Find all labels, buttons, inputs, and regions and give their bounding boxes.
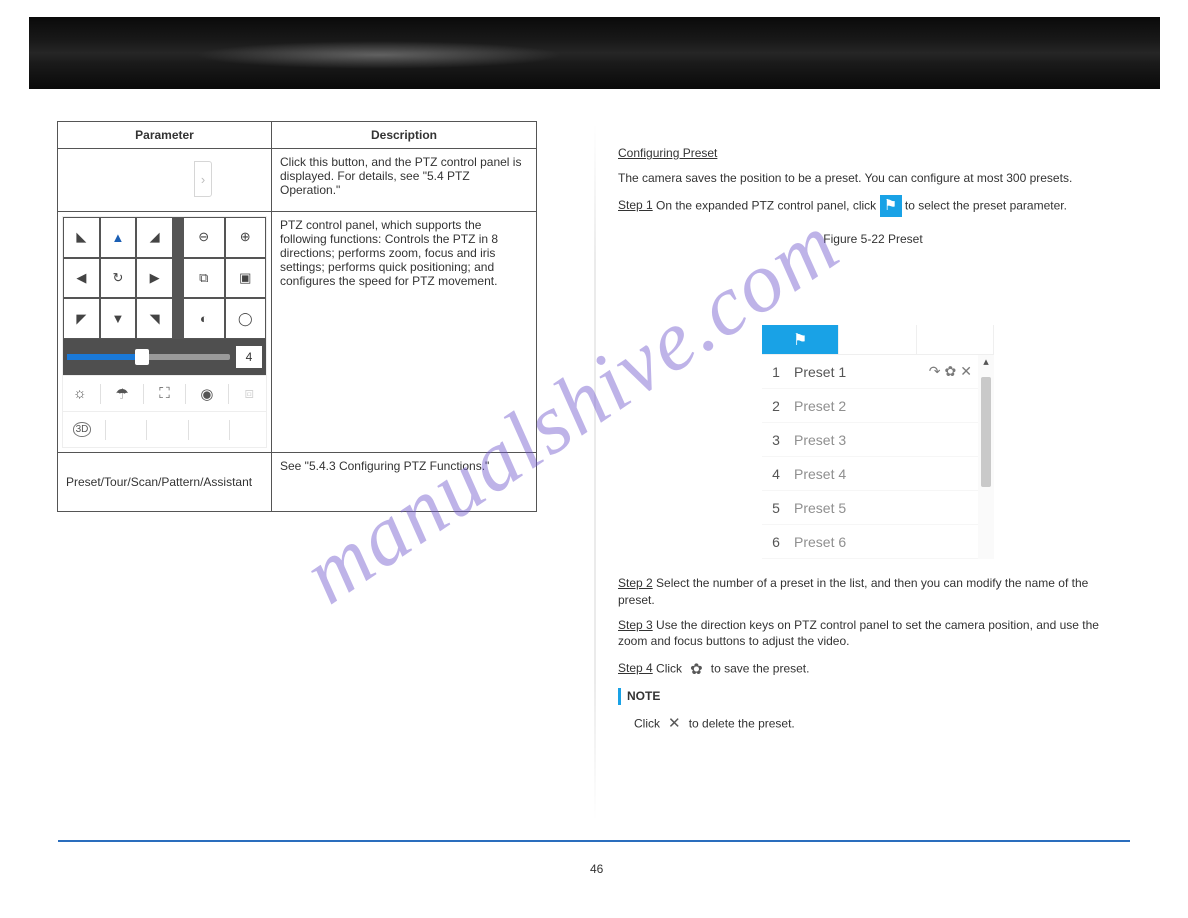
preset-num: 2 <box>762 398 790 414</box>
flag-icon: ⚑ <box>880 195 902 217</box>
ptz-panel-desc: PTZ control panel, which supports the fo… <box>272 212 537 453</box>
preset-row-3[interactable]: 3 Preset 3 <box>762 423 978 457</box>
iris-close-icon[interactable]: ◐ <box>183 298 225 339</box>
preset-name: Preset 3 <box>790 432 978 448</box>
step2-body: Select the number of a preset in the lis… <box>618 576 1088 607</box>
focus-near-icon[interactable]: ⧉ <box>183 258 225 299</box>
preset-row-4[interactable]: 4 Preset 4 <box>762 457 978 491</box>
ptz-speed-value[interactable] <box>236 346 262 368</box>
header-banner <box>29 17 1160 89</box>
3d-zoom-icon[interactable]: 3D <box>63 422 101 437</box>
preset-row-6[interactable]: 6 Preset 6 <box>762 525 978 559</box>
steps-lower: Step 2 Select the number of a preset in … <box>618 575 1128 743</box>
preset-row-1[interactable]: 1 Preset 1 ↷ ✿ ✕ <box>762 355 978 389</box>
steps-column: Configuring Preset The camera saves the … <box>618 145 1128 251</box>
preset-num: 1 <box>762 364 790 380</box>
step4-tail: to save the preset. <box>711 662 810 676</box>
chevron-right-icon: › <box>201 172 205 187</box>
preset-tab-flag[interactable]: ⚑ <box>762 325 839 354</box>
ptz-right[interactable]: ▶ <box>136 258 173 299</box>
scroll-thumb[interactable] <box>981 377 991 487</box>
preset-name: Preset 2 <box>790 398 978 414</box>
zoom-in-icon[interactable]: ⊕ <box>225 217 267 258</box>
preset-num: 3 <box>762 432 790 448</box>
flag-icon: ⚑ <box>793 330 807 350</box>
preset-scrollbar[interactable]: ▴ <box>978 355 994 559</box>
page-number: 46 <box>590 862 603 876</box>
step1-num: Step 1 <box>618 198 653 212</box>
ptz-speed-slider[interactable] <box>67 354 230 360</box>
section-intro: The camera saves the position to be a pr… <box>618 170 1128 187</box>
preset-num: 4 <box>762 466 790 482</box>
preset-num: 6 <box>762 534 790 550</box>
goto-icon[interactable]: ↷ <box>929 363 941 380</box>
ptz-panel-cell: ◣ ▲ ◢ ◀ ↻ ▶ ◤ ▼ ◥ ⊖ ⊕ ⧉ ▣ <box>58 212 272 453</box>
ptz-func-row-2: 3D <box>63 411 266 447</box>
ptz-func-row-1: ☼ ☂ ⛶ ◉ ⧈ <box>63 375 266 411</box>
preset-name: Preset 1 <box>790 364 929 380</box>
gear-icon: ✿ <box>685 658 707 680</box>
preset-name: Preset 4 <box>790 466 978 482</box>
light-icon[interactable]: ☼ <box>63 385 96 402</box>
ptz-up[interactable]: ▲ <box>100 217 137 258</box>
ptz-up-right[interactable]: ◢ <box>136 217 173 258</box>
ptz-control-panel: ◣ ▲ ◢ ◀ ↻ ▶ ◤ ▼ ◥ ⊖ ⊕ ⧉ ▣ <box>62 216 267 448</box>
figure-caption: Figure 5-22 Preset <box>618 231 1128 248</box>
area-zoom-icon[interactable]: ⧈ <box>233 385 266 402</box>
preset-name: Preset 5 <box>790 500 978 516</box>
close-icon: ✕ <box>663 713 685 735</box>
expand-button-desc: Click this button, and the PTZ control p… <box>272 149 537 212</box>
ptz-speed-bar <box>63 339 266 375</box>
ptz-direction-grid: ◣ ▲ ◢ ◀ ↻ ▶ ◤ ▼ ◥ <box>63 217 183 339</box>
expand-button-cell: › <box>58 149 272 212</box>
wiper-icon[interactable]: ☂ <box>105 385 138 403</box>
preset-tab-2[interactable] <box>839 325 916 354</box>
preset-row-2[interactable]: 2 Preset 2 <box>762 389 978 423</box>
gear-icon[interactable]: ✿ <box>945 363 957 380</box>
preset-row-5[interactable]: 5 Preset 5 <box>762 491 978 525</box>
step2-num: Step 2 <box>618 576 653 590</box>
note-label: NOTE <box>618 688 660 705</box>
functions-desc: See "5.4.3 Configuring PTZ Functions." <box>272 453 537 512</box>
step3-body: Use the direction keys on PTZ control pa… <box>618 618 1099 649</box>
preset-name: Preset 6 <box>790 534 978 550</box>
scroll-up-icon[interactable]: ▴ <box>978 355 994 368</box>
hdr-description: Description <box>272 122 537 149</box>
preset-num: 5 <box>762 500 790 516</box>
note-body: Click <box>634 717 660 731</box>
iris-open-icon[interactable]: ◯ <box>225 298 267 339</box>
preset-panel-figure: ⚑ 1 Preset 1 ↷ ✿ ✕ 2 Preset 2 3 Preset 3 <box>762 325 994 559</box>
position-icon[interactable]: ⛶ <box>148 385 181 402</box>
preset-tab-3[interactable] <box>917 325 994 354</box>
step4-num: Step 4 <box>618 661 653 675</box>
preset-list: 1 Preset 1 ↷ ✿ ✕ 2 Preset 2 3 Preset 3 4… <box>762 355 978 559</box>
expand-ptz-button[interactable]: › <box>194 161 212 197</box>
ptz-up-left[interactable]: ◣ <box>63 217 100 258</box>
footer-rule <box>58 840 1130 842</box>
hdr-parameter: Parameter <box>58 122 272 149</box>
column-separator <box>594 122 596 822</box>
parameter-table: Parameter Description › Click this butto… <box>57 121 537 512</box>
step1-tail: to select the preset parameter. <box>905 198 1067 212</box>
focus-far-icon[interactable]: ▣ <box>225 258 267 299</box>
ptz-down-right[interactable]: ◥ <box>136 298 173 339</box>
ptz-left[interactable]: ◀ <box>63 258 100 299</box>
close-icon[interactable]: ✕ <box>960 363 972 380</box>
section-title: Configuring Preset <box>618 146 717 160</box>
note-tail: to delete the preset. <box>689 717 795 731</box>
ptz-down-left[interactable]: ◤ <box>63 298 100 339</box>
ptz-down[interactable]: ▼ <box>100 298 137 339</box>
step1-body: On the expanded PTZ control panel, click <box>656 198 876 212</box>
functions-cell: Preset/Tour/Scan/Pattern/Assistant <box>58 453 272 512</box>
track-icon[interactable]: ◉ <box>190 385 223 403</box>
zoom-out-icon[interactable]: ⊖ <box>183 217 225 258</box>
ptz-reset[interactable]: ↻ <box>100 258 137 299</box>
step3-num: Step 3 <box>618 618 653 632</box>
step4-body: Click <box>656 662 685 676</box>
